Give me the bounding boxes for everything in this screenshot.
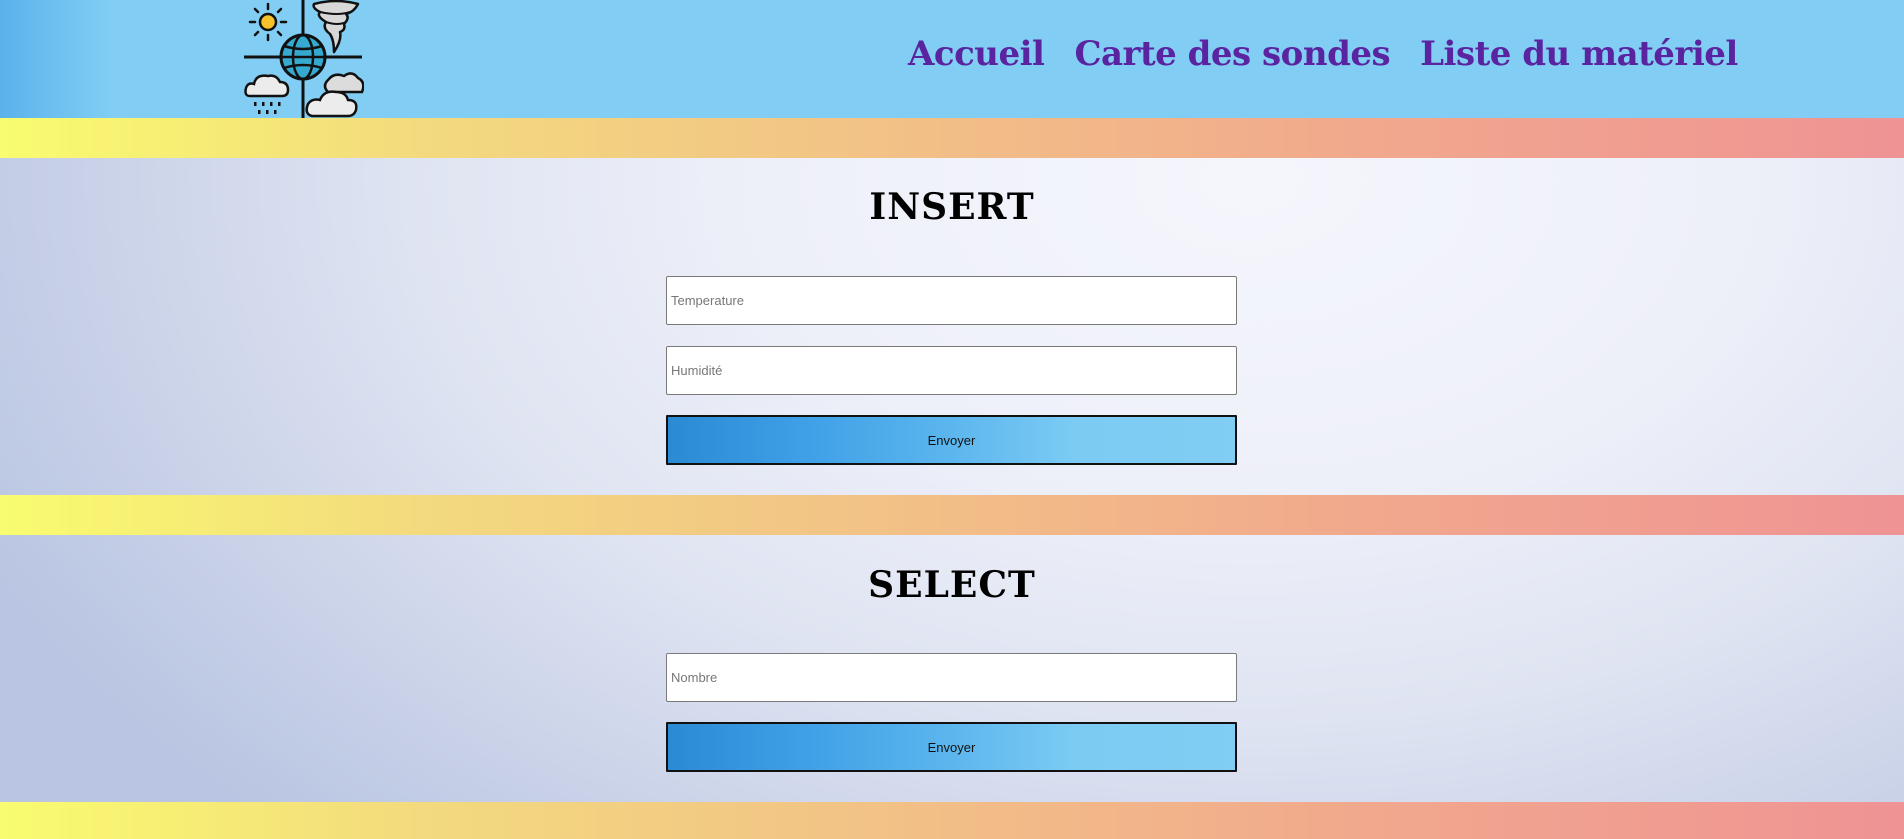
select-submit-button[interactable]: Envoyer — [666, 722, 1237, 772]
insert-submit-button[interactable]: Envoyer — [666, 415, 1237, 465]
humidity-input[interactable] — [666, 346, 1237, 395]
insert-title: INSERT — [869, 186, 1035, 228]
header: Accueil Carte des sondes Liste du matéri… — [0, 0, 1904, 118]
divider-stripe — [0, 118, 1904, 158]
nav-link-liste-du-materiel[interactable]: Liste du matériel — [1420, 34, 1738, 74]
temperature-input[interactable] — [666, 276, 1237, 325]
select-title: SELECT — [868, 564, 1036, 606]
weather-logo-icon[interactable] — [242, 0, 364, 118]
nav-link-accueil[interactable]: Accueil — [908, 34, 1045, 74]
number-input[interactable] — [666, 653, 1237, 702]
main-nav: Accueil Carte des sondes Liste du matéri… — [908, 34, 1738, 74]
divider-stripe — [0, 495, 1904, 535]
divider-stripe — [0, 802, 1904, 839]
nav-link-carte-des-sondes[interactable]: Carte des sondes — [1074, 34, 1390, 74]
